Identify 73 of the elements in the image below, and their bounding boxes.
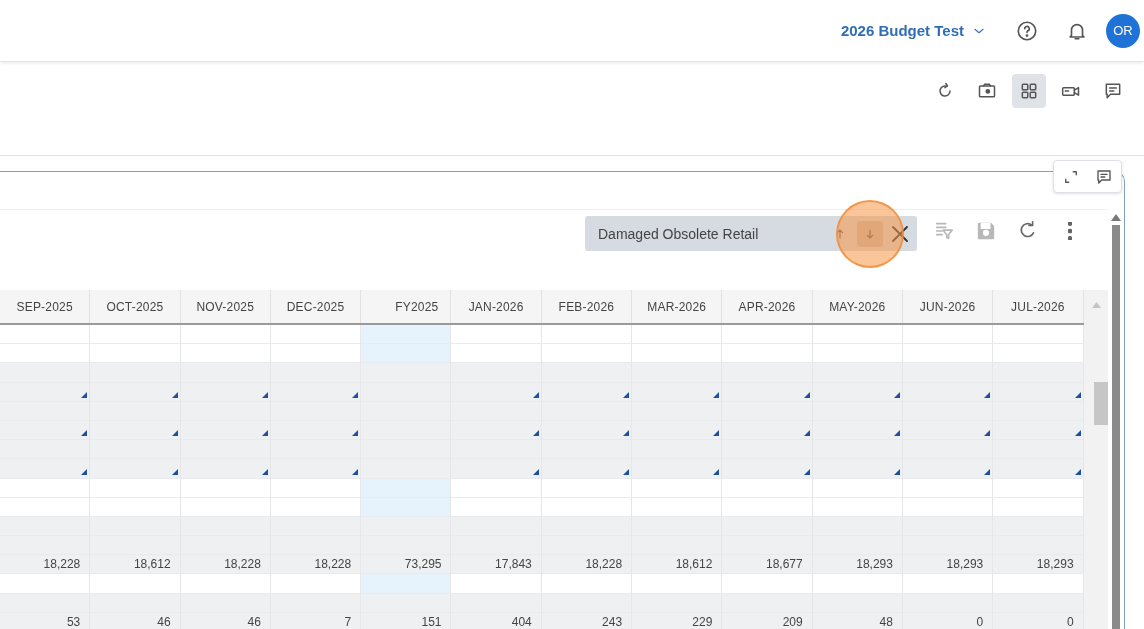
search-field[interactable]: Damaged Obsolete Retail (585, 216, 917, 251)
corner-triangle-icon (261, 391, 268, 398)
table-cell: 17,843 (451, 555, 542, 575)
column-header[interactable]: JAN-2026 (451, 290, 542, 323)
corner-triangle-icon (984, 430, 991, 437)
corner-triangle-icon (803, 391, 810, 398)
comment-button[interactable] (1095, 167, 1114, 186)
scrollbar-thumb[interactable] (1112, 225, 1120, 629)
grid-icon (1019, 81, 1039, 101)
corner-triangle-icon (893, 391, 900, 398)
corner-triangle-icon (623, 430, 630, 437)
column-header[interactable]: MAY-2026 (812, 290, 903, 323)
table-cell: 18,228 (270, 555, 362, 575)
corner-triangle-icon (171, 468, 178, 475)
table-cell: 18,228 (180, 555, 271, 575)
corner-triangle-icon (1074, 430, 1081, 437)
table-cell: 18,228 (541, 555, 633, 575)
user-avatar[interactable]: OR (1106, 13, 1140, 48)
column-header[interactable]: SEP-2025 (0, 290, 91, 323)
corner-triangle-icon (352, 468, 359, 475)
table-cell: 18,677 (722, 555, 813, 575)
comment-icon (1095, 167, 1114, 186)
table-cell: 18,293 (902, 555, 994, 575)
more-icon (1068, 222, 1072, 240)
corner-triangle-icon (893, 468, 900, 475)
save-icon (975, 220, 997, 242)
corner-triangle-icon (713, 468, 720, 475)
project-selector[interactable]: 2026 Budget Test (840, 22, 986, 39)
corner-triangle-icon (984, 391, 991, 398)
corner-triangle-icon (81, 391, 88, 398)
corner-triangle-icon (803, 430, 810, 437)
corner-triangle-icon (713, 430, 720, 437)
column-header[interactable]: FY2025 (361, 290, 452, 323)
camera-icon (977, 81, 997, 101)
corner-triangle-icon (984, 468, 991, 475)
corner-triangle-icon (893, 430, 900, 437)
column-header[interactable]: JUL-2026 (993, 290, 1084, 323)
corner-triangle-icon (532, 430, 539, 437)
corner-triangle-icon (623, 391, 630, 398)
table-cell: 18,228 (0, 555, 91, 575)
comment-icon (1103, 81, 1123, 101)
scrollbar-thumb[interactable] (1094, 382, 1108, 425)
scroll-up-icon[interactable] (1111, 214, 1121, 221)
corner-triangle-icon (352, 430, 359, 437)
corner-triangle-icon (352, 391, 359, 398)
column-header[interactable]: APR-2026 (722, 290, 813, 323)
table-cell: 18,612 (632, 555, 723, 575)
column-header[interactable]: OCT-2025 (90, 290, 181, 323)
column-header[interactable]: FEB-2026 (541, 290, 633, 323)
corner-triangle-icon (623, 468, 630, 475)
column-header[interactable]: MAR-2026 (632, 290, 723, 323)
help-icon[interactable] (1016, 19, 1038, 42)
corner-triangle-icon (171, 391, 178, 398)
table-cell: 73,295 (361, 555, 452, 575)
corner-triangle-icon (261, 468, 268, 475)
table-cell: 18,612 (90, 555, 181, 575)
column-header[interactable]: DEC-2025 (270, 290, 362, 323)
filter-icon (933, 220, 955, 242)
column-header[interactable]: JUN-2026 (902, 290, 994, 323)
corner-triangle-icon (171, 430, 178, 437)
corner-triangle-icon (1074, 391, 1081, 398)
toolbar-button[interactable] (1012, 74, 1046, 108)
corner-triangle-icon (532, 468, 539, 475)
corner-triangle-icon (261, 430, 268, 437)
table-cell: 18,293 (993, 555, 1084, 575)
corner-triangle-icon (532, 391, 539, 398)
corner-triangle-icon (81, 430, 88, 437)
column-header[interactable]: NOV-2025 (180, 290, 271, 323)
corner-triangle-icon (1074, 468, 1081, 475)
corner-triangle-icon (803, 468, 810, 475)
corner-triangle-icon (81, 468, 88, 475)
corner-triangle-icon (713, 391, 720, 398)
table-cell: 18,293 (812, 555, 903, 575)
